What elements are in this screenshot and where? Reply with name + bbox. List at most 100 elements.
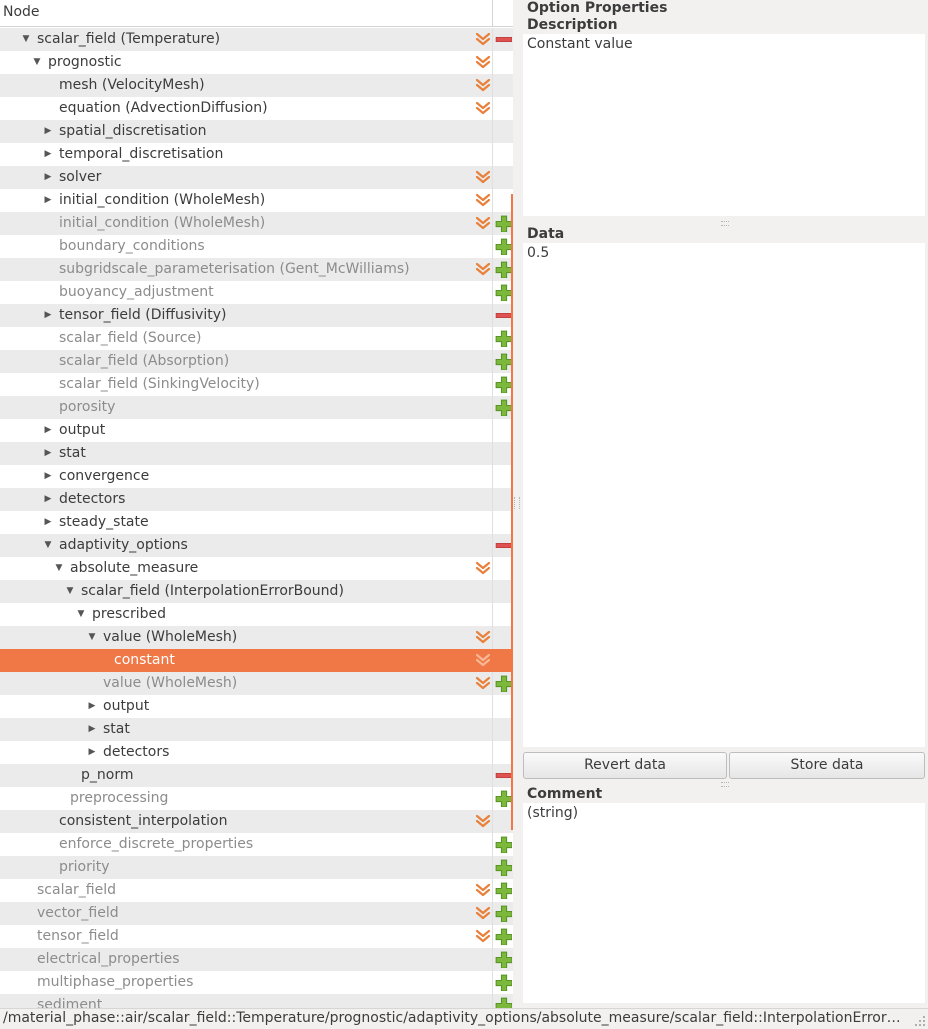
tree-row[interactable]: constant [0,649,513,672]
tree-column-header[interactable]: Node [0,0,513,27]
expander-collapsed-icon[interactable]: ▶ [42,465,54,488]
revert-data-button[interactable]: Revert data [523,752,727,779]
chevron-down-icon[interactable] [475,813,491,829]
tree-row[interactable]: vector_field [0,902,513,925]
tree-row[interactable]: ▼ scalar_field (Temperature) [0,28,513,51]
data-textbox[interactable]: 0.5 [523,243,925,747]
expander-expanded-icon[interactable]: ▼ [42,534,54,557]
tree-row[interactable]: buoyancy_adjustment [0,281,513,304]
tree-row[interactable]: ▶ detectors [0,741,513,764]
tree-row[interactable]: scalar_field (Absorption) [0,350,513,373]
tree-row[interactable]: equation (AdvectionDiffusion) [0,97,513,120]
expander-collapsed-icon[interactable]: ▶ [86,718,98,741]
tree-row[interactable]: ▼ adaptivity_options [0,534,513,557]
expander-expanded-icon[interactable]: ▼ [20,28,32,51]
tree-row[interactable]: enforce_discrete_properties [0,833,513,856]
tree-row[interactable]: mesh (VelocityMesh) [0,74,513,97]
tree-row[interactable]: ▶ detectors [0,488,513,511]
add-plus-icon[interactable] [495,675,512,692]
chevron-down-icon[interactable] [475,882,491,898]
add-plus-icon[interactable] [495,859,512,876]
chevron-down-icon[interactable] [475,652,491,668]
add-plus-icon[interactable] [495,790,512,807]
chevron-down-icon[interactable] [475,100,491,116]
tree-row[interactable]: value (WholeMesh) [0,672,513,695]
expander-expanded-icon[interactable]: ▼ [64,580,76,603]
tree-row[interactable]: ▶ output [0,419,513,442]
tree-row[interactable]: ▶ output [0,695,513,718]
expander-expanded-icon[interactable]: ▼ [53,557,65,580]
tree-row[interactable]: subgridscale_parameterisation (Gent_McWi… [0,258,513,281]
tree-row[interactable]: ▼ prescribed [0,603,513,626]
add-plus-icon[interactable] [495,928,512,945]
tree-row[interactable]: ▶ tensor_field (Diffusivity) [0,304,513,327]
tree-row[interactable]: ▶ temporal_discretisation [0,143,513,166]
comment-textbox[interactable]: (string) [523,803,925,1003]
tree-row[interactable]: consistent_interpolation [0,810,513,833]
expander-collapsed-icon[interactable]: ▶ [42,143,54,166]
panel-splitter-grip[interactable] [514,497,520,509]
tree-row[interactable]: ▶ initial_condition (WholeMesh) [0,189,513,212]
expander-collapsed-icon[interactable]: ▶ [42,488,54,511]
add-plus-icon[interactable] [495,399,512,416]
tree-row[interactable]: scalar_field (SinkingVelocity) [0,373,513,396]
tree-row[interactable]: tensor_field [0,925,513,948]
tree-row[interactable]: ▶ steady_state [0,511,513,534]
tree-row[interactable]: ▼ value (WholeMesh) [0,626,513,649]
chevron-down-icon[interactable] [475,675,491,691]
add-plus-icon[interactable] [495,974,512,991]
tree-row[interactable]: multiphase_properties [0,971,513,994]
tree-row[interactable]: scalar_field (Source) [0,327,513,350]
chevron-down-icon[interactable] [475,54,491,70]
remove-minus-icon[interactable] [495,307,512,324]
tree-row[interactable]: ▶ stat [0,718,513,741]
add-plus-icon[interactable] [495,238,512,255]
tree-row[interactable]: p_norm [0,764,513,787]
chevron-down-icon[interactable] [475,629,491,645]
add-plus-icon[interactable] [495,284,512,301]
add-plus-icon[interactable] [495,261,512,278]
expander-collapsed-icon[interactable]: ▶ [42,166,54,189]
tree-row[interactable]: ▼ prognostic [0,51,513,74]
expander-expanded-icon[interactable]: ▼ [86,626,98,649]
expander-collapsed-icon[interactable]: ▶ [42,442,54,465]
tree-row[interactable]: ▶ spatial_discretisation [0,120,513,143]
tree-row[interactable]: ▶ convergence [0,465,513,488]
description-textbox[interactable]: Constant value [523,34,925,216]
add-plus-icon[interactable] [495,836,512,853]
tree-row[interactable]: electrical_properties [0,948,513,971]
store-data-button[interactable]: Store data [729,752,925,779]
expander-collapsed-icon[interactable]: ▶ [86,741,98,764]
chevron-down-icon[interactable] [475,31,491,47]
remove-minus-icon[interactable] [495,537,512,554]
add-plus-icon[interactable] [495,330,512,347]
tree-row[interactable]: priority [0,856,513,879]
add-plus-icon[interactable] [495,215,512,232]
chevron-down-icon[interactable] [475,169,491,185]
expander-collapsed-icon[interactable]: ▶ [42,189,54,212]
add-plus-icon[interactable] [495,951,512,968]
tree-row[interactable]: scalar_field [0,879,513,902]
options-tree[interactable]: Node ▼ scalar_field (Temperature) ▼ prognos… [0,0,513,1010]
chevron-down-icon[interactable] [475,928,491,944]
chevron-down-icon[interactable] [475,261,491,277]
tree-row[interactable]: ▼ scalar_field (InterpolationErrorBound) [0,580,513,603]
chevron-down-icon[interactable] [475,905,491,921]
pane-resize-grip[interactable] [721,782,729,787]
add-plus-icon[interactable] [495,376,512,393]
tree-row[interactable]: initial_condition (WholeMesh) [0,212,513,235]
chevron-down-icon[interactable] [475,215,491,231]
tree-row[interactable]: ▼ absolute_measure [0,557,513,580]
expander-collapsed-icon[interactable]: ▶ [42,419,54,442]
chevron-down-icon[interactable] [475,77,491,93]
expander-collapsed-icon[interactable]: ▶ [42,511,54,534]
chevron-down-icon[interactable] [475,560,491,576]
add-plus-icon[interactable] [495,882,512,899]
expander-collapsed-icon[interactable]: ▶ [42,120,54,143]
expander-expanded-icon[interactable]: ▼ [31,51,43,74]
remove-minus-icon[interactable] [495,31,512,48]
add-plus-icon[interactable] [495,353,512,370]
expander-expanded-icon[interactable]: ▼ [75,603,87,626]
pane-resize-grip[interactable] [721,221,729,226]
window-resize-grip-icon[interactable] [914,1015,926,1027]
